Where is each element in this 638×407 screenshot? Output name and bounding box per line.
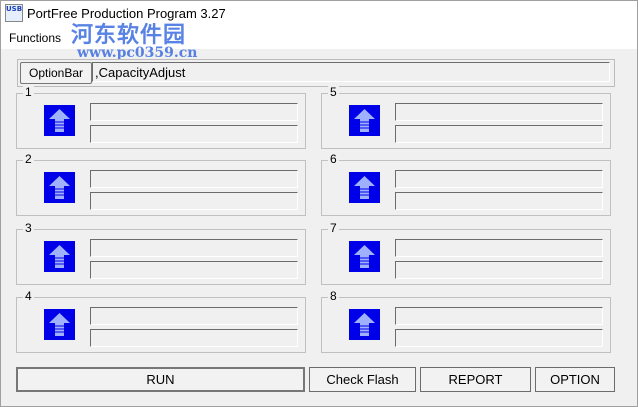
up-arrow-icon bbox=[44, 241, 75, 272]
option-bar-field: ,CapacityAdjust bbox=[92, 62, 610, 82]
port-progress-field bbox=[90, 261, 298, 279]
port-group-5: 5 bbox=[321, 85, 611, 149]
port-group-3: 3 bbox=[16, 221, 306, 285]
check-flash-button[interactable]: Check Flash bbox=[309, 367, 416, 392]
watermark: 河东软件园 www.pc0359.cn bbox=[71, 17, 197, 61]
up-arrow-icon bbox=[44, 309, 75, 340]
port-progress-field bbox=[395, 125, 603, 143]
run-button[interactable]: RUN bbox=[16, 367, 305, 392]
port-progress-field bbox=[90, 192, 298, 210]
port-progress-field bbox=[90, 329, 298, 347]
port-group-4: 4 bbox=[16, 289, 306, 353]
port-status-field bbox=[395, 239, 603, 257]
port-group-6: 6 bbox=[321, 152, 611, 216]
port-number: 5 bbox=[328, 85, 339, 99]
port-number: 8 bbox=[328, 289, 339, 303]
up-arrow-icon bbox=[44, 172, 75, 203]
report-button[interactable]: REPORT bbox=[420, 367, 531, 392]
port-progress-field bbox=[90, 125, 298, 143]
up-arrow-icon bbox=[44, 105, 75, 136]
up-arrow-icon bbox=[349, 105, 380, 136]
port-progress-field bbox=[395, 261, 603, 279]
port-group-1: 1 bbox=[16, 85, 306, 149]
up-arrow-icon bbox=[349, 172, 380, 203]
port-status-field bbox=[90, 307, 298, 325]
up-arrow-icon bbox=[349, 309, 380, 340]
port-status-field bbox=[395, 307, 603, 325]
port-progress-field bbox=[395, 192, 603, 210]
port-number: 2 bbox=[23, 152, 34, 166]
port-status-field bbox=[90, 239, 298, 257]
port-progress-field bbox=[395, 329, 603, 347]
port-group-8: 8 bbox=[321, 289, 611, 353]
port-status-field bbox=[90, 103, 298, 121]
menu-functions[interactable]: Functions bbox=[9, 31, 61, 45]
option-bar-button[interactable]: OptionBar bbox=[20, 62, 92, 84]
port-group-2: 2 bbox=[16, 152, 306, 216]
port-status-field bbox=[395, 103, 603, 121]
usb-app-icon: USB bbox=[5, 4, 23, 22]
port-number: 6 bbox=[328, 152, 339, 166]
port-number: 3 bbox=[23, 221, 34, 235]
main-window: USB PortFree Production Program 3.27 Fun… bbox=[0, 0, 638, 407]
up-arrow-icon bbox=[349, 241, 380, 272]
option-button[interactable]: OPTION bbox=[535, 367, 615, 392]
port-number: 4 bbox=[23, 289, 34, 303]
port-number: 7 bbox=[328, 221, 339, 235]
port-status-field bbox=[395, 170, 603, 188]
option-bar: OptionBar ,CapacityAdjust bbox=[17, 59, 615, 87]
port-number: 1 bbox=[23, 85, 34, 99]
port-group-7: 7 bbox=[321, 221, 611, 285]
port-status-field bbox=[90, 170, 298, 188]
app-icon-text: USB bbox=[6, 5, 23, 13]
